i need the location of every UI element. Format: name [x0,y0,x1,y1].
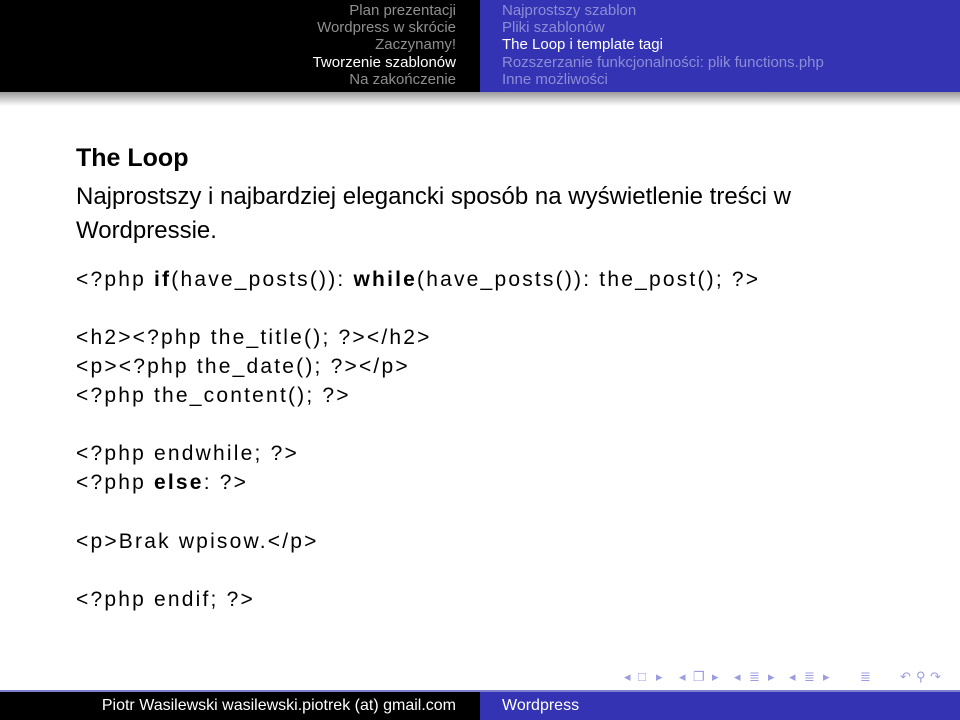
section-navigation: Plan prezentacji Wordpress w skrócie Zac… [0,0,480,92]
section-icon[interactable]: ≣ [749,669,760,685]
code-line-6: <?php else: ?> [76,471,248,495]
beamer-navigation-symbols: ◂ □ ▸ ◂ ❐ ▸ ◂ ≣ ▸ ◂ ≣ ▸ ≣ ↶ ⚲ ↷ [624,669,944,689]
frame-icon[interactable]: □ [638,669,646,684]
code-text: <?php [76,268,155,291]
section-item-zaczynamy[interactable]: Zaczynamy! [313,36,456,53]
code-line-4: <?php the_content(); ?> [76,384,351,407]
subsection-list: Najprostszy szablon Pliki szablonów The … [502,2,824,88]
footer-title: Wordpress [502,697,580,714]
footer-title-box: Wordpress [480,692,960,720]
code-text: (have_posts()): [171,268,354,291]
section-item-wordpress-w-skrocie[interactable]: Wordpress w skrócie [313,19,456,36]
back-icon[interactable]: ↶ [900,669,911,685]
subsection-item-pliki-szablonow[interactable]: Pliki szablonów [502,19,824,36]
code-keyword-if: if [154,268,172,291]
footer-author-box: Piotr Wasilewski wasilewski.piotrek (at)… [0,692,480,720]
header-bar: Plan prezentacji Wordpress w skrócie Zac… [0,0,960,92]
subsection-prev-icon[interactable]: ◂ [679,669,686,685]
section-list: Plan prezentacji Wordpress w skrócie Zac… [313,2,456,88]
frame-title: The Loop [76,144,189,172]
document-prev-icon[interactable]: ◂ [789,669,796,685]
code-line-2: <h2><?php the_title(); ?></h2> [76,326,432,349]
code-line-1: <?php if(have_posts()): while(have_posts… [76,268,760,292]
code-line-5: <?php endwhile; ?> [76,442,299,465]
subsection-next-icon[interactable]: ▸ [712,669,719,685]
code-text: <?php [76,471,155,494]
section-item-tworzenie-szablonow[interactable]: Tworzenie szablonów [313,54,456,71]
subsection-item-najprostszy-szablon[interactable]: Najprostszy szablon [502,2,824,19]
forward-icon[interactable]: ↷ [930,669,941,685]
code-text: : ?> [203,471,249,494]
code-line-3: <p><?php the_date(); ?></p> [76,355,410,378]
section-item-na-zakonczenie[interactable]: Na zakończenie [313,71,456,88]
frame-prev-icon[interactable]: ◂ [624,669,631,685]
subsection-item-inne-mozliwosci[interactable]: Inne możliwości [502,71,824,88]
footer-author: Piotr Wasilewski wasilewski.piotrek (at)… [101,697,456,714]
code-line-8: <?php endif; ?> [76,588,255,611]
document-next-icon[interactable]: ▸ [823,669,830,685]
code-keyword-else: else [154,471,204,494]
section-item-plan-prezentacji[interactable]: Plan prezentacji [313,2,456,19]
subsection-item-functions-php[interactable]: Rozszerzanie funkcjonalności: plik funct… [502,54,824,71]
intro-text: Najprostszy i najbardziej elegancki spos… [76,183,791,244]
subsection-icon[interactable]: ❐ [693,669,705,685]
section-next-icon[interactable]: ▸ [768,669,775,685]
document-icon[interactable]: ≣ [804,669,815,685]
header-shadow [0,92,960,106]
subsection-item-the-loop[interactable]: The Loop i template tagi [502,36,824,53]
code-text: (have_posts()): the_post(); ?> [417,268,761,291]
code-keyword-while: while [353,268,418,291]
subsection-navigation: Najprostszy szablon Pliki szablonów The … [480,0,960,92]
search-icon[interactable]: ⚲ [916,669,926,685]
code-line-7: <p>Brak wpisow.</p> [76,530,319,553]
section-prev-icon[interactable]: ◂ [734,669,741,685]
frame-next-icon[interactable]: ▸ [656,669,663,685]
toc-icon[interactable]: ≣ [860,669,871,685]
